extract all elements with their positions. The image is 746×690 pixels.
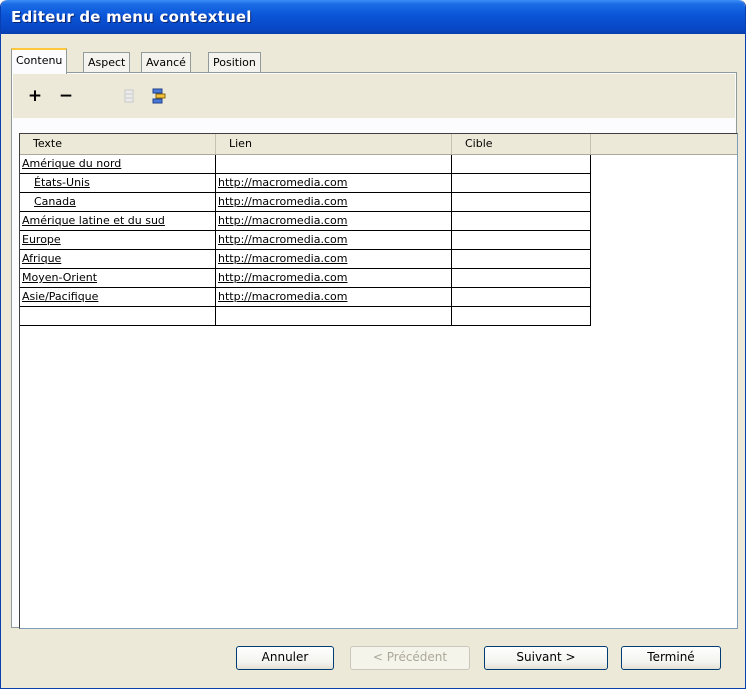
grid-header: Texte Lien Cible [20, 134, 737, 155]
cell-texte[interactable]: Afrique [20, 250, 216, 269]
column-header-cible[interactable]: Cible [452, 134, 591, 154]
cell-lien[interactable]: http://macromedia.com [216, 250, 452, 269]
cell-lien[interactable] [216, 307, 452, 326]
tab-avance[interactable]: Avancé [141, 52, 191, 72]
toolbar: + − [13, 74, 735, 118]
tab-position[interactable]: Position [208, 52, 261, 72]
cancel-button[interactable]: Annuler [236, 646, 334, 670]
cell-lien[interactable]: http://macromedia.com [216, 174, 452, 193]
cell-texte[interactable] [20, 307, 216, 326]
cell-texte[interactable]: Canada [20, 193, 216, 212]
remove-item-button[interactable]: − [56, 86, 76, 106]
cell-lien[interactable]: http://macromedia.com [216, 288, 452, 307]
cell-cible[interactable] [452, 269, 591, 288]
table-row[interactable]: États-Unis http://macromedia.com [20, 174, 591, 193]
done-button[interactable]: Terminé [621, 646, 721, 670]
cell-cible[interactable] [452, 212, 591, 231]
cell-cible[interactable] [452, 231, 591, 250]
add-item-button[interactable]: + [25, 86, 45, 106]
table-row[interactable]: Europe http://macromedia.com [20, 231, 591, 250]
cell-cible[interactable] [452, 250, 591, 269]
cell-cible[interactable] [452, 307, 591, 326]
cell-cible[interactable] [452, 288, 591, 307]
cell-cible[interactable] [452, 193, 591, 212]
tab-contenu[interactable]: Contenu [11, 48, 68, 74]
cell-texte[interactable]: États-Unis [20, 174, 216, 193]
tab-aspect[interactable]: Aspect [83, 52, 131, 72]
outdent-icon [124, 89, 134, 103]
cell-lien[interactable]: http://macromedia.com [216, 231, 452, 250]
cell-lien[interactable]: http://macromedia.com [216, 269, 452, 288]
menu-items-grid[interactable]: Texte Lien Cible Amérique du nord États-U… [19, 133, 738, 629]
table-row[interactable] [20, 307, 591, 326]
cell-lien[interactable]: http://macromedia.com [216, 193, 452, 212]
column-header-texte[interactable]: Texte [20, 134, 216, 154]
table-row[interactable]: Asie/Pacifique http://macromedia.com [20, 288, 591, 307]
next-button[interactable]: Suivant > [484, 646, 608, 670]
cell-texte[interactable]: Moyen-Orient [20, 269, 216, 288]
tab-panel: + − Texte Lien Cible Amérique du nord Ét… [11, 72, 738, 629]
table-row[interactable]: Canada http://macromedia.com [20, 193, 591, 212]
indent-icon [152, 88, 166, 104]
cell-lien[interactable] [216, 155, 452, 174]
cell-texte[interactable]: Amérique du nord [20, 155, 216, 174]
table-row[interactable]: Amérique latine et du sud http://macromed… [20, 212, 591, 231]
table-row[interactable]: Moyen-Orient http://macromedia.com [20, 269, 591, 288]
cell-cible[interactable] [452, 174, 591, 193]
dialog-footer: Annuler < Précédent Suivant > Terminé [1, 630, 745, 688]
indent-item-button[interactable] [149, 86, 169, 106]
cell-cible[interactable] [452, 155, 591, 174]
column-header-lien[interactable]: Lien [216, 134, 452, 154]
window-title: Editeur de menu contextuel [11, 8, 252, 26]
cell-texte[interactable]: Europe [20, 231, 216, 250]
previous-button[interactable]: < Précédent [350, 646, 470, 670]
dialog-window: Editeur de menu contextuel Contenu Aspec… [0, 0, 746, 689]
table-row[interactable]: Afrique http://macromedia.com [20, 250, 591, 269]
title-bar[interactable]: Editeur de menu contextuel [1, 0, 745, 34]
cell-lien[interactable]: http://macromedia.com [216, 212, 452, 231]
table-row[interactable]: Amérique du nord [20, 155, 591, 174]
cell-texte[interactable]: Amérique latine et du sud [20, 212, 216, 231]
cell-texte[interactable]: Asie/Pacifique [20, 288, 216, 307]
outdent-item-button[interactable] [119, 86, 139, 106]
